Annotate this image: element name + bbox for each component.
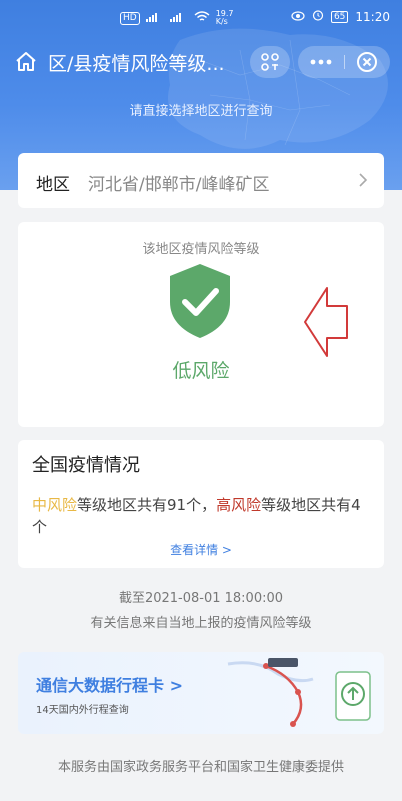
scan-qr-icon <box>261 53 279 71</box>
status-bar: HD 19.7 K/s 65 11:20 <box>0 0 402 36</box>
wifi-icon <box>194 10 210 26</box>
signal-icon <box>145 12 164 25</box>
hd-indicator: HD <box>120 11 140 25</box>
shield-check-icon <box>170 264 230 338</box>
eye-icon <box>291 10 305 24</box>
left-arrow-annotation-icon <box>304 287 348 357</box>
footer-note: 本服务由国家政务服务平台和国家卫生健康委提供 <box>57 760 344 775</box>
travel-card-title: 通信大数据行程卡 > <box>36 676 183 695</box>
region-label: 地区 <box>36 175 70 195</box>
high-risk-label: 高风险 <box>216 496 262 514</box>
network-speed: 19.7 K/s <box>215 9 234 26</box>
national-title: 全国疫情情况 <box>32 455 140 476</box>
capsule-menu <box>298 46 390 78</box>
national-situation-card: 全国疫情情况 中风险等级地区共有91个，高风险等级地区共有4个 查看详情 > <box>18 440 384 568</box>
status-time: 11:20 <box>355 9 390 24</box>
data-source-note: 有关信息来自当地上报的疫情风险等级 <box>90 616 312 631</box>
title-bar: 区/县疫情风险等级... <box>0 40 402 84</box>
scan-button[interactable] <box>250 46 290 78</box>
risk-level-text: 低风险 <box>172 360 230 382</box>
signal-icon <box>169 12 188 25</box>
as-of-timestamp: 截至2021-08-01 18:00:00 <box>118 591 284 606</box>
risk-caption: 该地区疫情风险等级 <box>142 242 260 257</box>
home-icon[interactable] <box>14 50 38 74</box>
close-icon[interactable] <box>344 46 390 78</box>
national-text-1: 等级地区共有91个， <box>77 496 217 514</box>
page-title: 区/县疫情风险等级... <box>48 53 225 75</box>
travel-card-subtitle: 14天国内外行程查询 <box>36 705 129 716</box>
chevron-right-icon <box>359 173 368 187</box>
mid-risk-label: 中风险 <box>32 496 78 514</box>
travel-card-banner[interactable]: 通信大数据行程卡 > 14天国内外行程查询 <box>18 652 384 734</box>
battery-indicator: 65 <box>330 10 349 23</box>
region-value: 河北省/邯郸市/峰峰矿区 <box>88 175 270 195</box>
region-selector[interactable]: 地区 河北省/邯郸市/峰峰矿区 <box>18 153 384 208</box>
route-map-icon <box>227 658 371 727</box>
view-details-link[interactable]: 查看详情 > <box>18 541 384 558</box>
more-dots-icon[interactable] <box>298 46 344 78</box>
mini-program-capsule <box>250 46 390 78</box>
risk-level-card: 该地区疫情风险等级 低风险 <box>18 222 384 427</box>
alarm-icon <box>312 9 324 24</box>
national-summary: 中风险等级地区共有91个，高风险等级地区共有4个 <box>32 494 372 538</box>
page-subtitle: 请直接选择地区进行查询 <box>129 104 273 119</box>
